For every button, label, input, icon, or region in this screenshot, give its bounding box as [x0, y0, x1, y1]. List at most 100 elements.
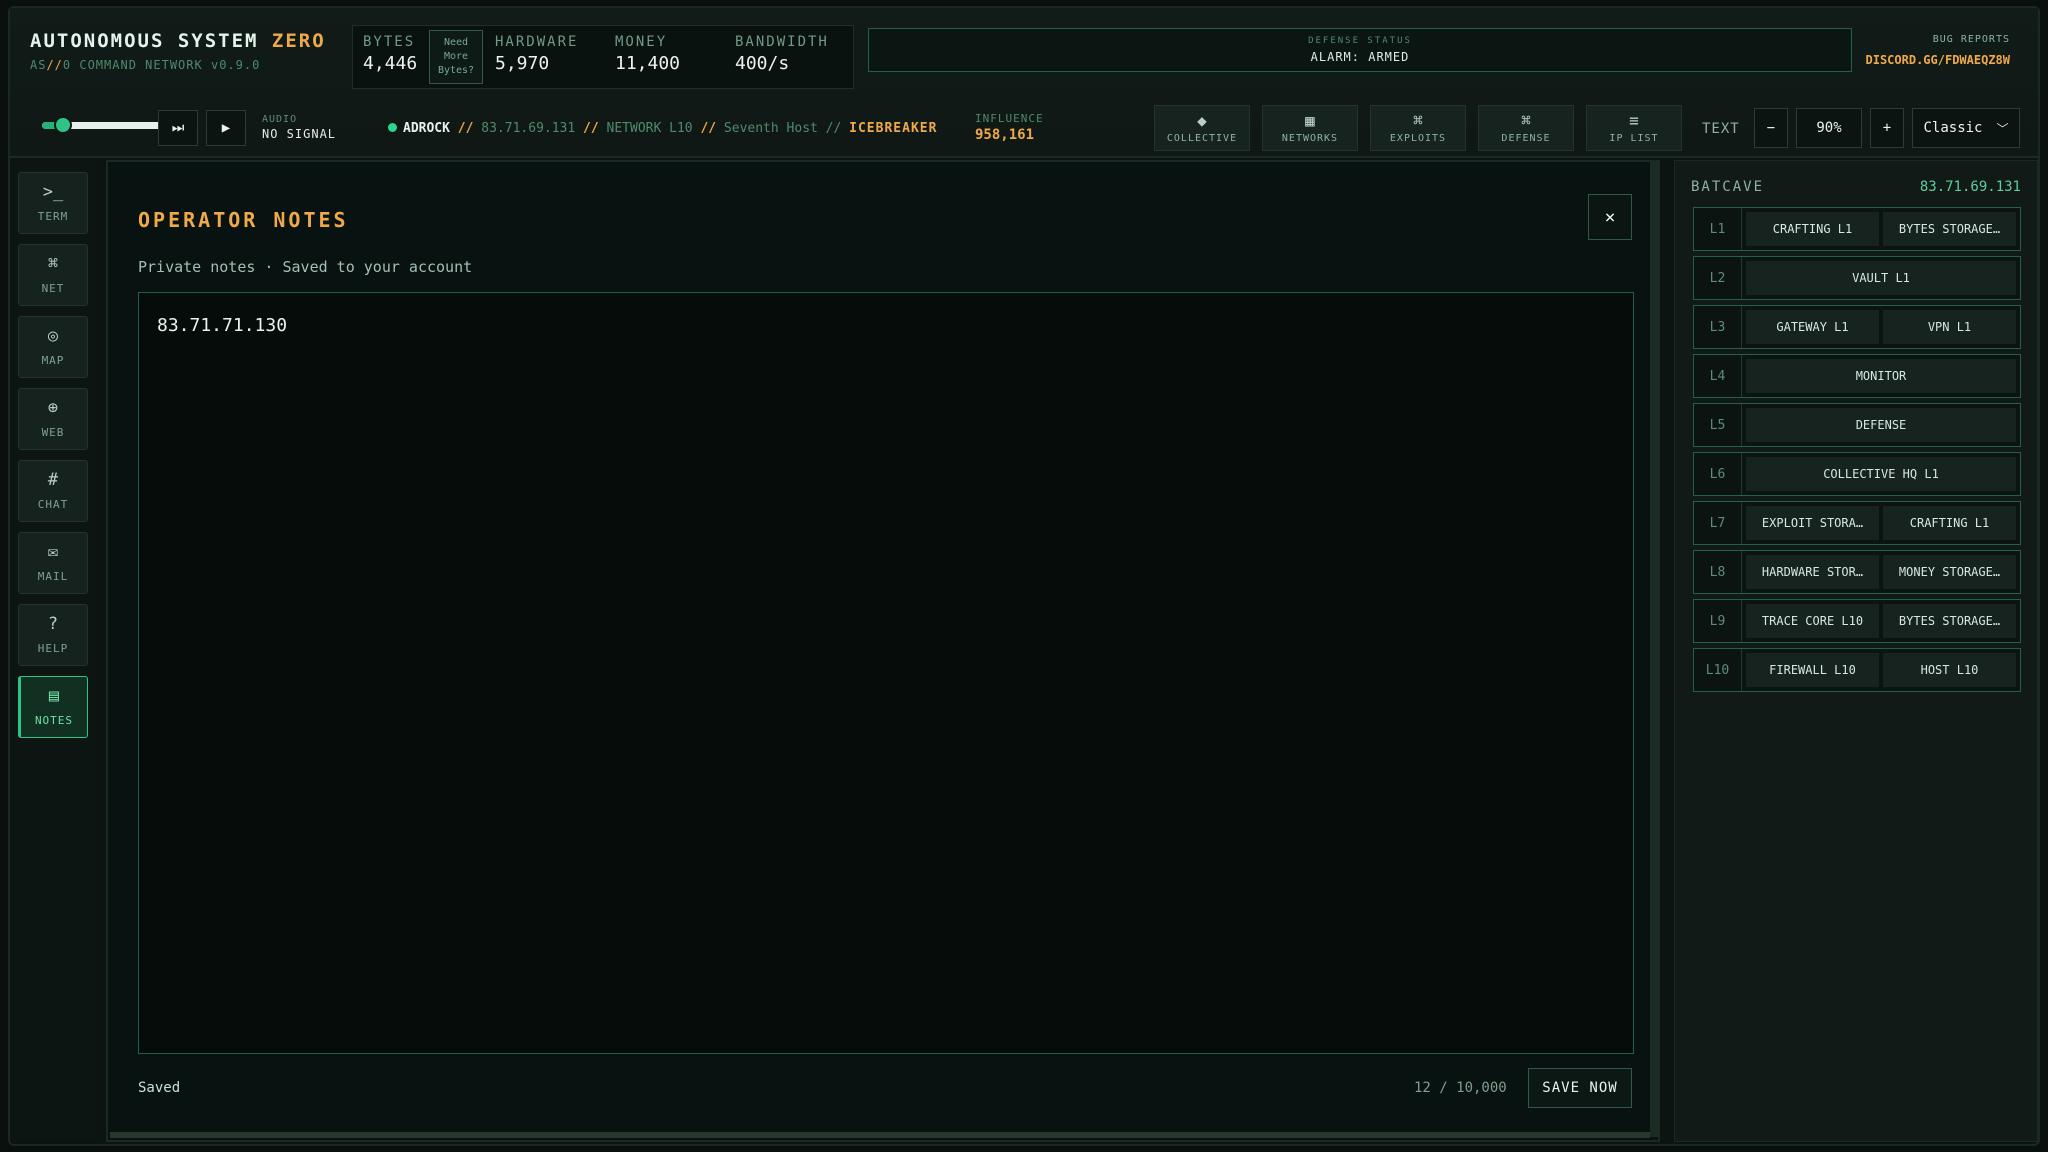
- save-now-button[interactable]: SAVE NOW: [1528, 1068, 1632, 1108]
- sidebar-item-term[interactable]: >_ TERM: [18, 172, 88, 234]
- networks-button[interactable]: ▦ NETWORKS: [1262, 105, 1358, 151]
- collective-icon: ◆: [1197, 111, 1207, 130]
- close-button[interactable]: ×: [1588, 194, 1632, 240]
- vertical-scrollbar[interactable]: [1650, 162, 1658, 1137]
- building-slot[interactable]: FIREWALL L10: [1746, 653, 1879, 687]
- exploits-button[interactable]: ⌘ EXPLOITS: [1370, 105, 1466, 151]
- theme-select[interactable]: Classic ﹀: [1912, 108, 2020, 148]
- play-button[interactable]: ▶: [206, 110, 246, 146]
- bug-reports-label: BUG REPORTS: [1932, 34, 2010, 45]
- building-slot[interactable]: HARDWARE STOR…: [1746, 555, 1879, 589]
- networks-icon: ▦: [1305, 111, 1315, 130]
- level-number: L6: [1694, 453, 1742, 495]
- chevron-down-icon: ﹀: [1996, 121, 2009, 136]
- hardware-resource: HARDWARE 5,970: [495, 34, 578, 74]
- help-icon: ?: [47, 614, 59, 634]
- bug-reports-link[interactable]: DISCORD.GG/FDWAEQZ8W: [1866, 53, 2011, 67]
- building-slot[interactable]: BYTES STORAGE…: [1883, 212, 2016, 246]
- horizontal-scrollbar[interactable]: [110, 1132, 1650, 1138]
- sidebar-item-label: NET: [41, 282, 65, 295]
- defense-label: DEFENSE: [1501, 133, 1551, 144]
- level-row-l4: L4 MONITOR: [1693, 354, 2021, 398]
- text-increase-button[interactable]: +: [1870, 108, 1904, 148]
- sidebar-item-help[interactable]: ? HELP: [18, 604, 88, 666]
- play-icon: ▶: [221, 120, 231, 136]
- theme-value: Classic: [1923, 120, 1983, 136]
- money-value: 11,400: [615, 53, 681, 74]
- terminal-icon: >_: [42, 182, 64, 202]
- top-bar: AUTONOMOUS SYSTEM ZERO AS//0 COMMAND NET…: [10, 8, 2038, 158]
- notes-textarea[interactable]: 83.71.71.130: [138, 292, 1634, 1054]
- batcave-panel: BATCAVE 83.71.69.131 L1 CRAFTING L1 BYTE…: [1674, 160, 2038, 1142]
- sidebar-item-web[interactable]: ⊕ WEB: [18, 388, 88, 450]
- level-number: L10: [1694, 649, 1742, 691]
- sidebar-item-chat[interactable]: # CHAT: [18, 460, 88, 522]
- defense-button[interactable]: ⌘ DEFENSE: [1478, 105, 1574, 151]
- sidebar-item-net[interactable]: ⌘ NET: [18, 244, 88, 306]
- influence-label: INFLUENCE: [975, 112, 1044, 125]
- building-slot[interactable]: MONEY STORAGE…: [1883, 555, 2016, 589]
- money-resource: MONEY 11,400: [615, 34, 680, 74]
- level-number: L5: [1694, 404, 1742, 446]
- level-number: L7: [1694, 502, 1742, 544]
- sidebar-item-notes[interactable]: ▤ NOTES: [18, 676, 88, 738]
- building-slot[interactable]: CRAFTING L1: [1746, 212, 1879, 246]
- audio-value: NO SIGNAL: [262, 127, 337, 141]
- building-slot[interactable]: DEFENSE: [1746, 408, 2016, 442]
- hardware-value: 5,970: [495, 53, 550, 74]
- text-decrease-button[interactable]: −: [1754, 108, 1788, 148]
- location-breadcrumb: ADROCK // 83.71.69.131 // NETWORK L10 //…: [388, 121, 937, 136]
- building-slot[interactable]: COLLECTIVE HQ L1: [1746, 457, 2016, 491]
- breadcrumb-sep: //: [700, 121, 717, 136]
- building-slot[interactable]: MONITOR: [1746, 359, 2016, 393]
- batcave-ip: 83.71.69.131: [1919, 179, 2021, 195]
- building-slot[interactable]: BYTES STORAGE…: [1883, 604, 2016, 638]
- level-row-l7: L7 EXPLOIT STORA… CRAFTING L1: [1693, 501, 2021, 545]
- app-title: AUTONOMOUS SYSTEM ZERO: [30, 30, 326, 52]
- volume-thumb[interactable]: [54, 116, 73, 134]
- brand: AUTONOMOUS SYSTEM ZERO AS//0 COMMAND NET…: [30, 30, 326, 72]
- skip-track-button[interactable]: ⏭: [158, 110, 198, 146]
- level-number: L2: [1694, 257, 1742, 299]
- ip-list-button[interactable]: ≡ IP LIST: [1586, 105, 1682, 151]
- building-slot[interactable]: VPN L1: [1883, 310, 2016, 344]
- skip-icon: ⏭: [171, 120, 185, 136]
- level-row-l8: L8 HARDWARE STOR… MONEY STORAGE…: [1693, 550, 2021, 594]
- defense-status: DEFENSE STATUS ALARM: ARMED: [868, 28, 1852, 72]
- need-bytes-line-3: Bytes?: [437, 65, 475, 76]
- sidebar-item-label: MAP: [41, 354, 65, 367]
- sidebar-item-label: CHAT: [37, 498, 69, 511]
- sidebar-item-label: NOTES: [34, 714, 74, 727]
- breadcrumb-sep: //: [583, 121, 599, 136]
- bug-reports: BUG REPORTS DISCORD.GG/FDWAEQZ8W: [1866, 34, 2011, 67]
- money-label: MONEY: [615, 34, 668, 50]
- collective-button[interactable]: ◆ COLLECTIVE: [1154, 105, 1250, 151]
- sidebar-item-mail[interactable]: ✉ MAIL: [18, 532, 88, 594]
- text-size-label: TEXT: [1702, 121, 1740, 137]
- level-number: L4: [1694, 355, 1742, 397]
- username: ADROCK: [403, 121, 450, 136]
- text-size-value: 90%: [1796, 108, 1862, 148]
- level-number: L3: [1694, 306, 1742, 348]
- building-slot[interactable]: VAULT L1: [1746, 261, 2016, 295]
- exploits-icon: ⌘: [1413, 111, 1423, 130]
- building-slot[interactable]: HOST L10: [1883, 653, 2016, 687]
- volume-slider[interactable]: [42, 116, 164, 134]
- sidebar-item-label: HELP: [37, 642, 69, 655]
- bandwidth-resource: BANDWIDTH 400/s: [735, 34, 829, 74]
- sidebar: >_ TERM ⌘ NET ◎ MAP ⊕ WEB # CHAT ✉ MAIL …: [10, 160, 96, 1140]
- level-row-l3: L3 GATEWAY L1 VPN L1: [1693, 305, 2021, 349]
- page-title: OPERATOR NOTES: [138, 208, 349, 232]
- building-slot[interactable]: TRACE CORE L10: [1746, 604, 1879, 638]
- building-slot[interactable]: GATEWAY L1: [1746, 310, 1879, 344]
- subtitle-slash: //: [46, 58, 63, 72]
- sidebar-item-map[interactable]: ◎ MAP: [18, 316, 88, 378]
- sidebar-item-label: TERM: [37, 210, 69, 223]
- influence: INFLUENCE 958,161: [975, 112, 1044, 143]
- building-slot[interactable]: EXPLOIT STORA…: [1746, 506, 1879, 540]
- collective-label: COLLECTIVE: [1166, 133, 1238, 144]
- need-more-bytes-button[interactable]: Need More Bytes?: [429, 30, 483, 84]
- building-slot[interactable]: CRAFTING L1: [1883, 506, 2016, 540]
- bytes-resource: BYTES 4,446: [363, 34, 417, 74]
- app-version: v0.9.0: [210, 58, 261, 72]
